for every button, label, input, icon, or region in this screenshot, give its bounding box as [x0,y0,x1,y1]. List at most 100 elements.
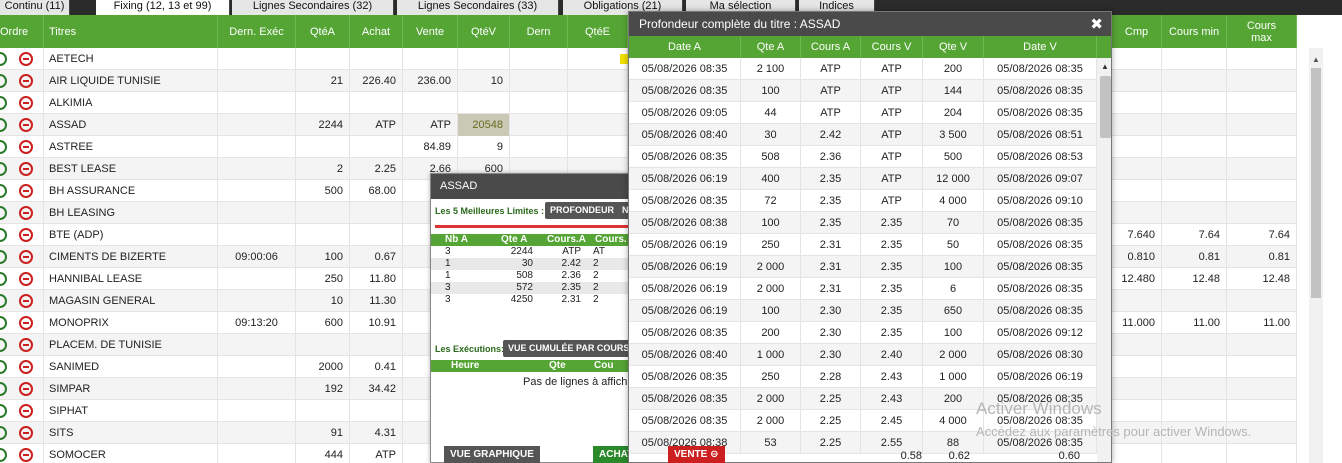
cell-dern [510,48,568,70]
prof-col-date-v[interactable]: Date V [984,36,1097,58]
prof-cell: 05/08/2026 06:19 [629,278,741,300]
cell-qtea: 100 [296,246,350,268]
cell-dern-exec [218,114,296,136]
cell-titre[interactable]: SOMOCER [44,444,218,463]
prof-cell: ATP [861,190,923,212]
table-row: 05/08/2026 08:35 2 100 ATP ATP 200 05/08/2026… [629,58,1097,80]
cell-dern-exec [218,290,296,312]
prof-cell: 05/08/2026 08:38 [629,212,741,234]
table-row: 05/08/2026 08:40 30 2.42 ATP 3 500 05/08/2026… [629,124,1097,146]
prof-cell: 2.30 [801,322,861,344]
cell-titre[interactable]: MAGASIN GENERAL [44,290,218,312]
cell-titre[interactable]: AETECH [44,48,218,70]
col-cours-min[interactable]: Cours min [1162,15,1227,48]
close-icon[interactable]: ✖ [1090,15,1103,33]
vente-button[interactable]: VENTE ⊖ [668,446,725,463]
cell-min [1162,202,1227,224]
ordre-cell [0,356,44,378]
cell-cmp: 7.640 [1112,224,1162,246]
cell-titre[interactable]: BH ASSURANCE [44,180,218,202]
prof-cell: 05/08/2026 09:05 [629,102,741,124]
cell-titre[interactable]: SANIMED [44,356,218,378]
vue-graphique-button[interactable]: VUE GRAPHIQUE [444,446,540,463]
limits-cell: ATP [562,246,581,257]
ordre-cell [0,180,44,202]
col-dern-exec[interactable]: Dern. Exéc [218,15,296,48]
cell-achat [350,136,403,158]
ordre-cell [0,48,44,70]
prof-cell: 2 000 [741,256,801,278]
profondeur-popup: Profondeur complète du titre : ASSAD ✖ D… [628,11,1112,463]
cell-cmp [1112,378,1162,400]
col-dern[interactable]: Dern [510,15,568,48]
prof-cell: 05/08/2026 08:51 [984,124,1097,146]
cell-titre[interactable]: PLACEM. DE TUNISIE [44,334,218,356]
cell-titre[interactable]: SITS [44,422,218,444]
prof-col-qte-a[interactable]: Qte A [741,36,801,58]
profondeur-popup-title: Profondeur complète du titre : ASSAD [629,12,1111,36]
prof-cell: 2.35 [861,256,923,278]
limits-cell: 3 [445,282,451,293]
tab-fixing[interactable]: Fixing (12, 13 et 99) [96,0,230,15]
cell-achat: 68.00 [350,180,403,202]
prof-col-cours-v[interactable]: Cours V [861,36,923,58]
cell-max [1227,70,1297,92]
cell-titre[interactable]: BH LEASING [44,202,218,224]
col-achat[interactable]: Achat [350,15,403,48]
profondeur-button[interactable]: PROFONDEUR [545,202,620,219]
cell-titre[interactable]: SIMPAR [44,378,218,400]
main-scrollbar[interactable]: ▲ [1297,48,1342,463]
scroll-thumb[interactable] [1311,68,1321,298]
limits-cell: 4250 [510,294,533,305]
col-qtev[interactable]: QtéV [458,15,510,48]
prof-cell: 05/08/2026 06:19 [629,234,741,256]
cell-titre[interactable]: ASSAD [44,114,218,136]
col-cmp[interactable]: Cmp [1112,15,1162,48]
scroll-thumb[interactable] [1100,76,1111,138]
prof-col-cours-a[interactable]: Cours A [801,36,861,58]
cell-dern-exec [218,378,296,400]
prof-cell: 2.35 [861,278,923,300]
prof-cell: 2.45 [861,410,923,432]
cell-achat [350,400,403,422]
limits-row: 3 4250 2.31 2 [431,294,629,306]
tab-lignes-secondaires-33[interactable]: Lignes Secondaires (33) [397,0,559,15]
cell-min [1162,334,1227,356]
exec-col-qte: Qte [549,360,566,371]
cell-titre[interactable]: MONOPRIX [44,312,218,334]
ordre-cell [0,70,44,92]
cell-titre[interactable]: AIR LIQUIDE TUNISIE [44,70,218,92]
cell-max [1227,180,1297,202]
cell-max [1227,136,1297,158]
tab-continu[interactable]: Continu (11) [0,0,70,15]
cell-qtev [458,48,510,70]
cell-titre[interactable]: CIMENTS DE BIZERTE [44,246,218,268]
cell-cmp [1112,334,1162,356]
scroll-up-icon[interactable]: ▲ [1312,55,1320,64]
prof-cell: 2.35 [861,212,923,234]
prof-col-qte-v[interactable]: Qte V [923,36,984,58]
tab-lignes-secondaires-32[interactable]: Lignes Secondaires (32) [232,0,394,15]
col-qtee[interactable]: QtéE [568,15,628,48]
prof-cell: 05/08/2026 08:35 [629,146,741,168]
col-vente[interactable]: Vente [403,15,458,48]
cell-titre[interactable]: SIPHAT [44,400,218,422]
col-ordre[interactable]: Ordre [0,15,44,48]
scroll-up-icon[interactable]: ▲ [1101,62,1109,71]
prof-cell: ATP [861,168,923,190]
cell-achat [350,202,403,224]
cell-titre[interactable]: HANNIBAL LEASE [44,268,218,290]
app-root: Continu (11) Fixing (12, 13 et 99) Ligne… [0,0,1342,463]
prof-col-date-a[interactable]: Date A [629,36,741,58]
col-qtea[interactable]: QtéA [296,15,350,48]
col-titres[interactable]: Titres [44,15,218,48]
col-cours-max[interactable]: Cours max [1227,15,1297,48]
cell-titre[interactable]: BTE (ADP) [44,224,218,246]
cell-titre[interactable]: BEST LEASE [44,158,218,180]
prof-cell: 05/08/2026 08:35 [984,278,1097,300]
cell-titre[interactable]: ASTREE [44,136,218,158]
limits-cell: 2 [593,282,599,293]
vue-cumulee-button[interactable]: VUE CUMULÉE PAR COURS [503,340,629,357]
prof-cell: 05/08/2026 06:19 [629,256,741,278]
cell-titre[interactable]: ALKIMIA [44,92,218,114]
